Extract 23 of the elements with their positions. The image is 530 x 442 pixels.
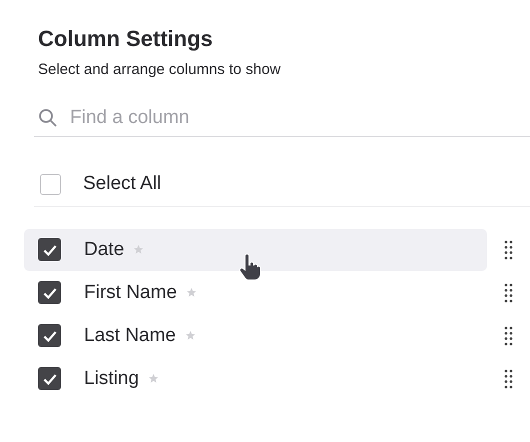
checkbox[interactable] [38,367,61,390]
select-all-label: Select All [83,173,162,195]
drag-handle-icon[interactable] [504,368,513,388]
hand-cursor-icon [239,252,261,280]
star-icon[interactable] [133,244,144,255]
column-label: First Name [84,282,177,304]
drag-handle-icon[interactable] [504,282,513,302]
drag-handle-icon[interactable] [504,240,513,260]
search-icon [38,108,58,128]
search-field[interactable]: Find a column [70,107,530,129]
column-label: Listing [84,368,139,390]
star-icon[interactable] [148,373,159,384]
star-icon[interactable] [184,330,196,341]
drag-handle-icon[interactable] [504,326,513,346]
column-label: Date [84,238,124,260]
checkbox[interactable] [38,281,61,304]
checkbox[interactable] [40,174,61,194]
column-label: Last Name [84,324,176,346]
panel-subtitle: Select and arrange columns to show [38,60,282,80]
panel-title: Column Settings [38,25,214,53]
checkbox[interactable] [38,324,61,347]
checkbox[interactable] [38,238,61,261]
star-icon[interactable] [186,287,197,298]
